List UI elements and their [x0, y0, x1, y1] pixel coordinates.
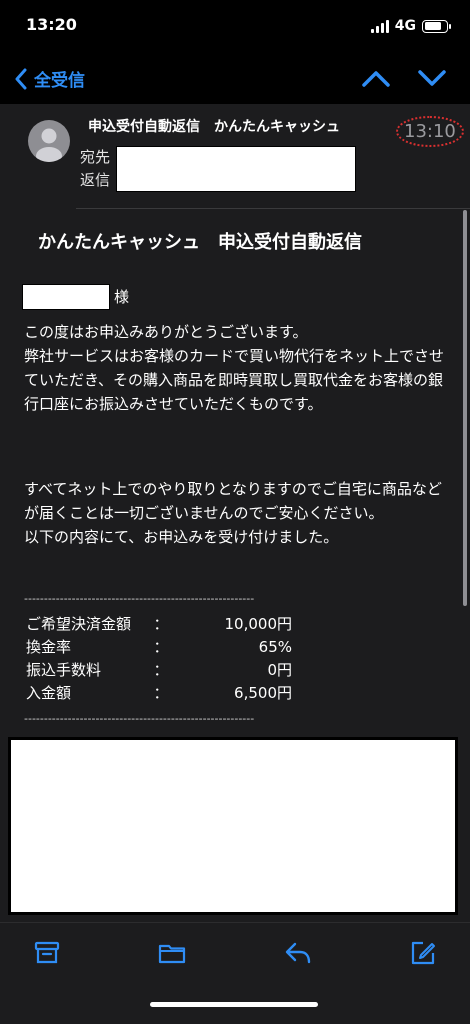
bottom-toolbar: [0, 922, 470, 1024]
signal-icon: [370, 19, 389, 33]
summary-value: 6,500円: [234, 684, 292, 702]
next-message-chevron-down-icon[interactable]: [416, 64, 448, 92]
summary-label: ご希望決済金額: [26, 615, 132, 633]
summary-colon: ：: [153, 638, 169, 656]
sender-avatar[interactable]: [28, 120, 70, 162]
divider-line: ----------------------------------------…: [24, 712, 255, 725]
mail-subject: 申込受付自動返信 かんたんキャッシュ: [88, 119, 340, 135]
body-paragraph-2: すべてネット上でのやり取りとなりますのでご自宅に商品などが届くことは一切ございま…: [24, 480, 442, 546]
summary-value: 0円: [267, 661, 292, 679]
to-label: 宛先: [80, 148, 111, 166]
summary-label: 入金額: [26, 684, 72, 702]
recipient-labels: 宛先 返信: [80, 146, 110, 192]
redacted-content-box: [8, 737, 458, 915]
summary-value: 10,000円: [224, 615, 293, 633]
status-indicators: 4G: [370, 18, 451, 34]
summary-row: 換金率 ： 65%: [26, 635, 296, 658]
summary-colon: ：: [153, 615, 169, 633]
person-icon: [36, 128, 62, 162]
summary-label: 振込手数料: [26, 661, 102, 679]
summary-row: 振込手数料 ： 0円: [26, 658, 296, 681]
summary-row: ご希望決済金額 ： 10,000円: [26, 612, 296, 635]
back-button[interactable]: 全受信: [14, 66, 85, 91]
status-time: 13:20: [26, 15, 77, 34]
status-bar: 13:20 4G: [0, 0, 470, 52]
summary-row: 入金額 ： 6,500円: [26, 681, 296, 704]
reply-icon[interactable]: [284, 939, 312, 967]
summary-label: 換金率: [26, 638, 72, 656]
summary-colon: ：: [153, 684, 169, 702]
network-type: 4G: [394, 18, 416, 34]
archive-icon[interactable]: [33, 939, 61, 967]
summary-colon: ：: [153, 661, 169, 679]
home-indicator[interactable]: [150, 1002, 318, 1007]
summary-value: 65%: [258, 637, 292, 656]
scrollbar[interactable]: [463, 210, 467, 606]
nav-bar: 全受信: [0, 52, 470, 104]
compose-icon[interactable]: [409, 939, 437, 967]
body-title: かんたんキャッシュ 申込受付自動返信: [38, 232, 362, 253]
redacted-name-box: [22, 284, 110, 310]
reply-to-label: 返信: [80, 171, 111, 189]
redacted-recipient-box: [116, 146, 356, 192]
divider-line: ----------------------------------------…: [24, 592, 255, 605]
back-label: 全受信: [34, 71, 85, 91]
body-paragraph-1: この度はお申込みありがとうございます。 弊社サービスはお客様のカードで買い物代行…: [24, 323, 445, 413]
honorific: 様: [114, 288, 130, 306]
header-divider: [76, 208, 470, 209]
previous-message-chevron-up-icon[interactable]: [360, 64, 392, 92]
battery-icon: [422, 19, 451, 33]
application-summary: ご希望決済金額 ： 10,000円 換金率 ： 65% 振込手数料 ： 0円 入…: [26, 612, 296, 704]
chevron-left-icon: [15, 68, 27, 89]
folder-icon[interactable]: [158, 939, 186, 967]
received-time: 13:10: [396, 116, 464, 147]
